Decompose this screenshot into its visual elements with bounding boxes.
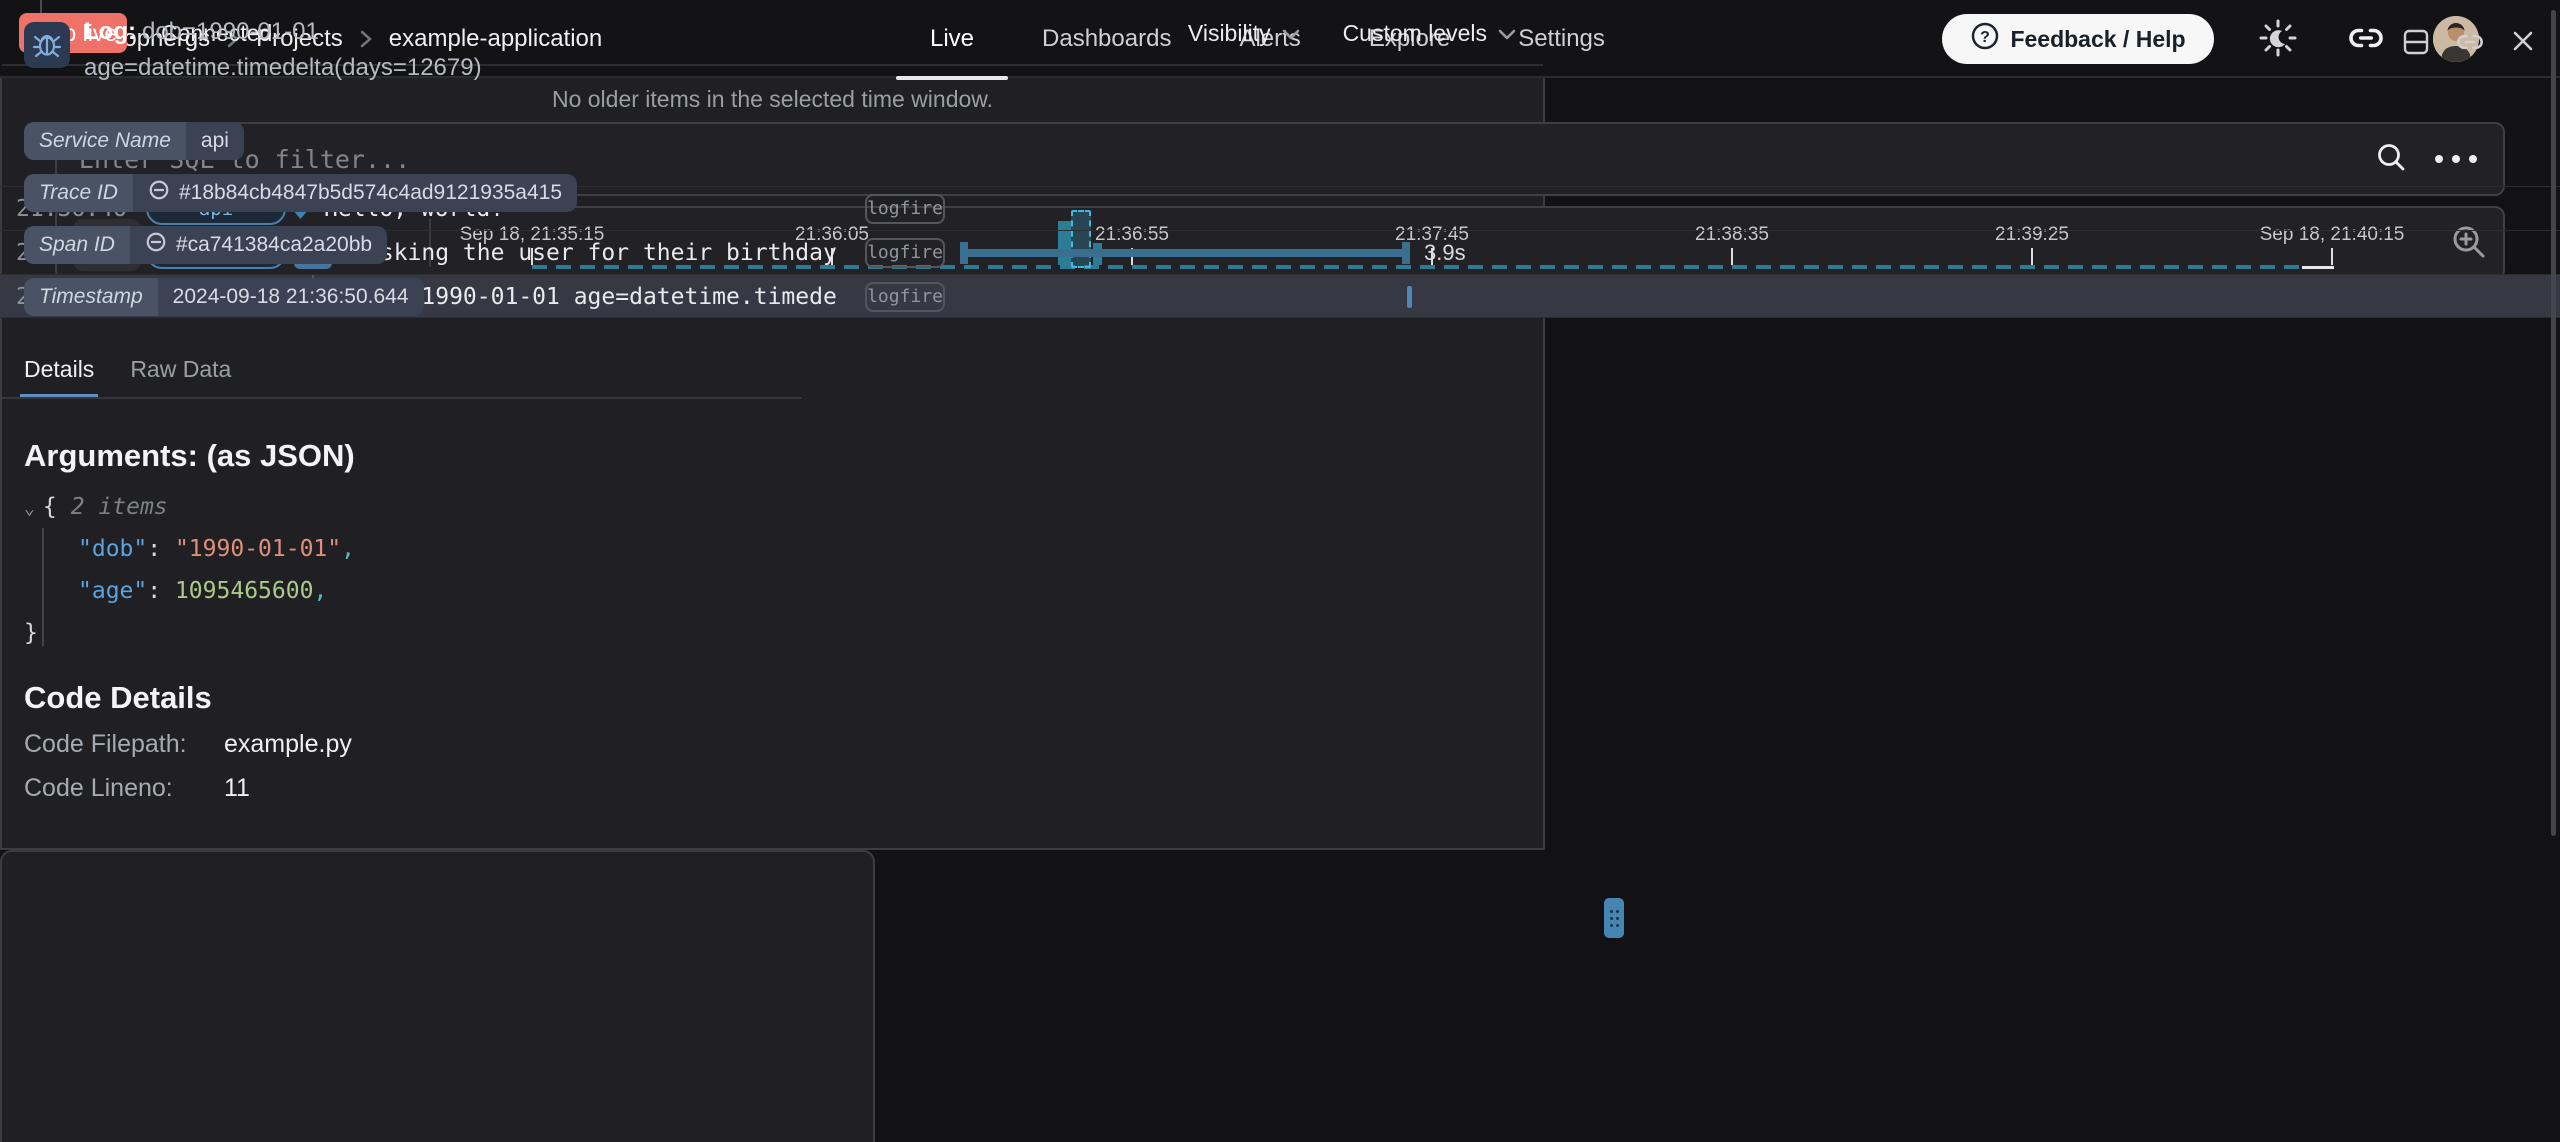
divider bbox=[2, 397, 802, 399]
span-duration-label: 3.9s bbox=[1424, 231, 1466, 275]
detail-panel: Log:dob=1990-01-01 age=datetime.timedelt… bbox=[0, 850, 875, 1142]
link-icon bbox=[148, 179, 170, 207]
logfire-tag[interactable]: logfire bbox=[865, 194, 945, 224]
logfire-tag[interactable]: logfire bbox=[865, 238, 945, 268]
copy-link-button[interactable] bbox=[2344, 18, 2388, 62]
log-type-icon-box bbox=[24, 22, 70, 68]
json-entry: "age": 1095465600, bbox=[24, 570, 355, 612]
feedback-help-button[interactable]: ? Feedback / Help bbox=[1942, 14, 2214, 64]
json-close-line: } bbox=[24, 612, 355, 654]
collapse-caret-icon[interactable]: ⌄ bbox=[24, 498, 35, 519]
search-icon[interactable] bbox=[2373, 139, 2409, 180]
detail-actions bbox=[2402, 28, 2536, 61]
code-lineno-label: Code Lineno: bbox=[24, 774, 173, 803]
link-icon bbox=[145, 231, 167, 259]
visibility-dropdown[interactable]: Visibility bbox=[1188, 20, 1301, 47]
close-icon[interactable] bbox=[2510, 28, 2536, 61]
tab-raw-data[interactable]: Raw Data bbox=[130, 356, 231, 397]
attr-span-id[interactable]: Span ID #ca741384ca2a20bb bbox=[24, 226, 387, 264]
log-position-marker bbox=[1407, 286, 1412, 308]
json-indent-guide bbox=[42, 528, 44, 646]
sql-filter-input[interactable] bbox=[79, 145, 2373, 174]
attr-trace-id[interactable]: Trace ID #18b84cb4847b5d574c4ad9121935a4… bbox=[24, 174, 577, 212]
arguments-heading: Arguments: (as JSON) bbox=[24, 438, 355, 474]
question-circle-icon: ? bbox=[1970, 21, 2000, 57]
svg-text:?: ? bbox=[1981, 29, 1991, 46]
attr-timestamp: Timestamp 2024-09-18 21:36:50.644 bbox=[24, 278, 424, 316]
detail-title: Log:dob=1990-01-01 age=datetime.timedelt… bbox=[84, 14, 536, 86]
empty-window-message: No older items in the selected time wind… bbox=[2, 86, 1543, 113]
detail-tabs: Details Raw Data bbox=[24, 356, 231, 397]
chevron-down-icon bbox=[1497, 20, 1517, 47]
chevron-down-icon bbox=[1281, 20, 1301, 47]
split-view-icon[interactable] bbox=[2402, 28, 2430, 61]
link-icon bbox=[2348, 20, 2384, 61]
code-lineno-value: 11 bbox=[224, 774, 250, 803]
sun-moon-icon bbox=[2257, 17, 2299, 64]
logfire-tag[interactable]: logfire bbox=[865, 282, 945, 312]
code-details-heading: Code Details bbox=[24, 680, 212, 716]
span-message: Asking the user for their birthday bbox=[366, 231, 837, 275]
code-filepath-label: Code Filepath: bbox=[24, 730, 187, 759]
panel-resize-handle[interactable] bbox=[1604, 898, 1624, 938]
more-options-icon[interactable] bbox=[2435, 155, 2477, 163]
code-filepath-value: example.py bbox=[224, 730, 352, 759]
filter-icons bbox=[2373, 139, 2477, 180]
scrollbar[interactable] bbox=[2551, 10, 2556, 836]
theme-toggle-button[interactable] bbox=[2256, 18, 2300, 62]
link-icon[interactable] bbox=[2456, 28, 2484, 61]
bug-icon bbox=[31, 27, 63, 64]
json-open-line[interactable]: ⌄{2 items bbox=[24, 486, 355, 528]
attr-service-name: Service Name api bbox=[24, 122, 244, 160]
logfire-app: christophergs Projects example-applicati… bbox=[0, 0, 2560, 1142]
arguments-json-viewer: ⌄{2 items "dob": "1990-01-01", "age": 10… bbox=[24, 486, 355, 654]
log-message: dob=1990-01-01 age=datetime.timede bbox=[366, 275, 837, 319]
json-entry: "dob": "1990-01-01", bbox=[24, 528, 355, 570]
span-duration-bar[interactable] bbox=[960, 242, 1410, 264]
tab-details[interactable]: Details bbox=[24, 356, 94, 397]
custom-levels-dropdown[interactable]: Custom levels bbox=[1343, 20, 1517, 47]
